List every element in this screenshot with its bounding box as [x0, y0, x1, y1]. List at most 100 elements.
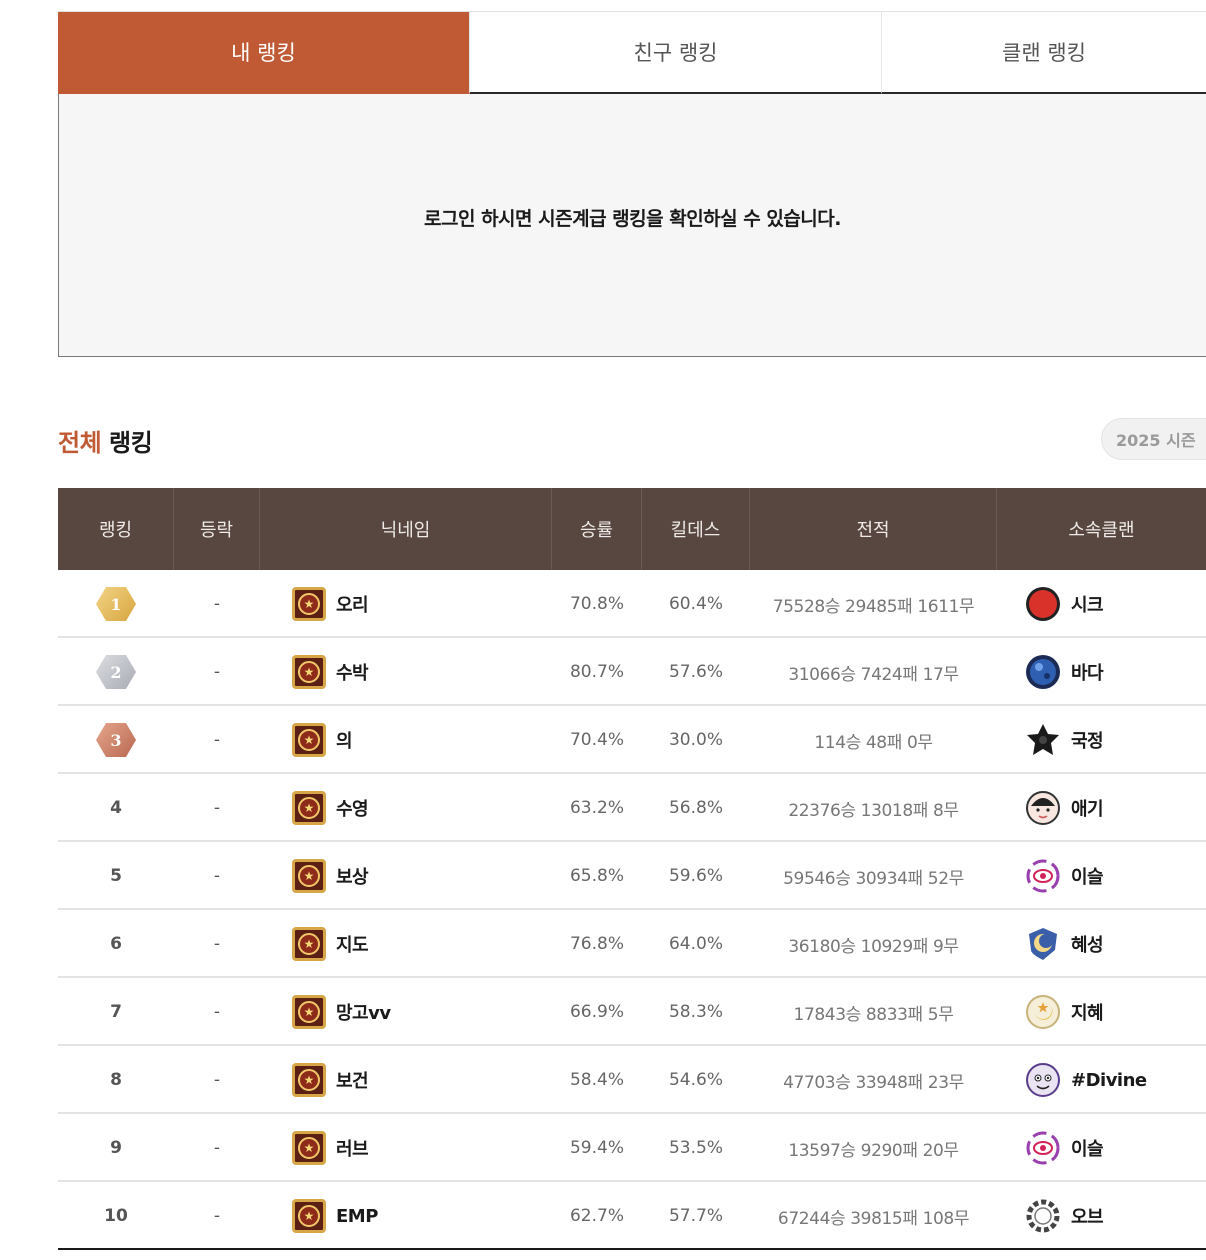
- clan-name-link[interactable]: 혜성: [1071, 931, 1104, 957]
- table-row[interactable]: 1 - ★ 오리 70.8% 60.4% 75528승 29485패 1611무 시크: [58, 570, 1206, 638]
- rank-change: -: [213, 866, 221, 886]
- nickname-link[interactable]: 러브: [336, 1135, 369, 1161]
- header-nickname: 닉네임: [260, 488, 552, 570]
- table-row[interactable]: 5 - ★ 보상 65.8% 59.6% 59546승 30934패 52무 이슬: [58, 842, 1206, 910]
- tab-friend-ranking[interactable]: 친구 랭킹: [470, 12, 882, 94]
- winrate-value: 65.8%: [569, 866, 624, 886]
- table-row[interactable]: 4 - ★ 수영 63.2% 56.8% 22376승 13018패 8무 애기: [58, 774, 1206, 842]
- rank-cell: 6: [110, 934, 122, 954]
- nickname-link[interactable]: 보건: [336, 1067, 369, 1093]
- nickname-link[interactable]: EMP: [336, 1206, 378, 1227]
- blue-orb-emblem-icon: [1025, 654, 1061, 690]
- rank-cell: 2: [58, 638, 174, 704]
- rank-cell: 3: [58, 706, 174, 772]
- winrate-value: 80.7%: [569, 662, 624, 682]
- record-value: 17843승 8833패 5무: [793, 1004, 954, 1025]
- killdeath-value: 54.6%: [668, 1070, 723, 1090]
- table-row[interactable]: 6 - ★ 지도 76.8% 64.0% 36180승 10929패 9무 혜성: [58, 910, 1206, 978]
- login-prompt-panel: 로그인 하시면 시즌계급 랭킹을 확인하실 수 있습니다.: [58, 94, 1206, 357]
- killdeath-value: 56.8%: [668, 798, 723, 818]
- table-row[interactable]: 9 - ★ 러브 59.4% 53.5% 13597승 9290패 20무 이슬: [58, 1114, 1206, 1182]
- clan-name-link[interactable]: #Divine: [1071, 1070, 1147, 1091]
- nickname-link[interactable]: 수박: [336, 659, 369, 685]
- nickname-cell: ★ 러브: [260, 1114, 552, 1180]
- rank-change: -: [213, 934, 221, 954]
- rank-change: -: [213, 594, 221, 614]
- header-change: 등락: [174, 488, 260, 570]
- record-value: 47703승 33948패 23무: [783, 1072, 964, 1093]
- rank-medal-bronze-icon: 3: [96, 723, 136, 757]
- nickname-link[interactable]: 지도: [336, 931, 369, 957]
- tier-badge-icon: ★: [292, 859, 326, 893]
- killdeath-value: 59.6%: [668, 866, 723, 886]
- ranking-tabs: 내 랭킹 친구 랭킹 클랜 랭킹: [58, 11, 1206, 94]
- clan-cell: 국정: [997, 706, 1206, 772]
- nickname-link[interactable]: 수영: [336, 795, 369, 821]
- winrate-value: 59.4%: [569, 1138, 624, 1158]
- tier-badge-icon: ★: [292, 723, 326, 757]
- purple-eye-emblem-icon: [1025, 1130, 1061, 1166]
- clan-name-link[interactable]: 시크: [1071, 591, 1104, 617]
- header-record: 전적: [750, 488, 997, 570]
- nickname-link[interactable]: 의: [336, 727, 353, 753]
- table-row[interactable]: 2 - ★ 수박 80.7% 57.6% 31066승 7424패 17무 바다: [58, 638, 1206, 706]
- record-value: 59546승 30934패 52무: [783, 868, 964, 889]
- season-selector-button[interactable]: 2025 시즌: [1101, 418, 1206, 460]
- clan-name-link[interactable]: 국정: [1071, 727, 1104, 753]
- nickname-link[interactable]: 보상: [336, 863, 369, 889]
- clan-name-link[interactable]: 애기: [1071, 795, 1104, 821]
- nickname-cell: ★ 수박: [260, 638, 552, 704]
- nickname-link[interactable]: 망고vv: [336, 999, 391, 1025]
- table-row[interactable]: 10 - ★ EMP 62.7% 57.7% 67244승 39815패 108무 오브: [58, 1182, 1206, 1250]
- table-row[interactable]: 7 - ★ 망고vv 66.9% 58.3% 17843승 8833패 5무 지혜: [58, 978, 1206, 1046]
- clan-cell: 바다: [997, 638, 1206, 704]
- ranking-table: 랭킹 등락 닉네임 승률 킬데스 전적 소속클랜 1 - ★ 오리 70.8% 60.4%…: [58, 488, 1206, 1250]
- rank-medal-gold-icon: 1: [96, 587, 136, 621]
- clan-name-link[interactable]: 오브: [1071, 1203, 1104, 1229]
- rank-cell: 4: [110, 798, 122, 818]
- record-value: 67244승 39815패 108무: [777, 1208, 970, 1229]
- table-row[interactable]: 8 - ★ 보건 58.4% 54.6% 47703승 33948패 23무 #Divine: [58, 1046, 1206, 1114]
- winrate-value: 76.8%: [569, 934, 624, 954]
- star-moon-emblem-icon: [1025, 994, 1061, 1030]
- rank-medal-silver-icon: 2: [96, 655, 136, 689]
- killdeath-value: 64.0%: [668, 934, 723, 954]
- rank-cell: 10: [104, 1206, 128, 1226]
- rank-change: -: [213, 1138, 221, 1158]
- tier-badge-icon: ★: [292, 927, 326, 961]
- winrate-value: 70.4%: [569, 730, 624, 750]
- tab-clan-ranking[interactable]: 클랜 랭킹: [882, 12, 1206, 94]
- nickname-cell: ★ 수영: [260, 774, 552, 840]
- face-emblem-icon: [1025, 790, 1061, 826]
- tier-badge-icon: ★: [292, 995, 326, 1029]
- clan-name-link[interactable]: 바다: [1071, 659, 1104, 685]
- clan-cell: 애기: [997, 774, 1206, 840]
- winrate-value: 62.7%: [569, 1206, 624, 1226]
- nickname-cell: ★ 보상: [260, 842, 552, 908]
- winrate-value: 66.9%: [569, 1002, 624, 1022]
- rank-change: -: [213, 1206, 221, 1226]
- nickname-cell: ★ 망고vv: [260, 978, 552, 1044]
- purple-eye-emblem-icon: [1025, 858, 1061, 894]
- rank-cell: 5: [110, 866, 122, 886]
- record-value: 22376승 13018패 8무: [788, 800, 959, 821]
- nickname-link[interactable]: 오리: [336, 591, 369, 617]
- moon-shield-emblem-icon: [1025, 926, 1061, 962]
- table-row[interactable]: 3- ★ 의 70.4% 30.0% 114승 48패 0무 국정: [58, 706, 1206, 774]
- rank-change: -: [213, 662, 221, 682]
- winrate-value: 70.8%: [569, 594, 624, 614]
- clan-name-link[interactable]: 지혜: [1071, 999, 1104, 1025]
- record-value: 114승 48패 0무: [814, 732, 933, 753]
- section-title-rest: 랭킹: [109, 429, 153, 457]
- tier-badge-icon: ★: [292, 1131, 326, 1165]
- chain-ring-emblem-icon: [1025, 1198, 1061, 1234]
- header-clan: 소속클랜: [1068, 520, 1135, 541]
- header-rank: 랭킹: [58, 488, 174, 570]
- clan-name-link[interactable]: 이슬: [1071, 1135, 1104, 1161]
- nickname-cell: ★ 의: [260, 706, 552, 772]
- tab-my-ranking[interactable]: 내 랭킹: [58, 12, 470, 94]
- killdeath-value: 57.6%: [668, 662, 723, 682]
- clan-name-link[interactable]: 이슬: [1071, 863, 1104, 889]
- killdeath-value: 60.4%: [668, 594, 723, 614]
- record-value: 13597승 9290패 20무: [788, 1140, 959, 1161]
